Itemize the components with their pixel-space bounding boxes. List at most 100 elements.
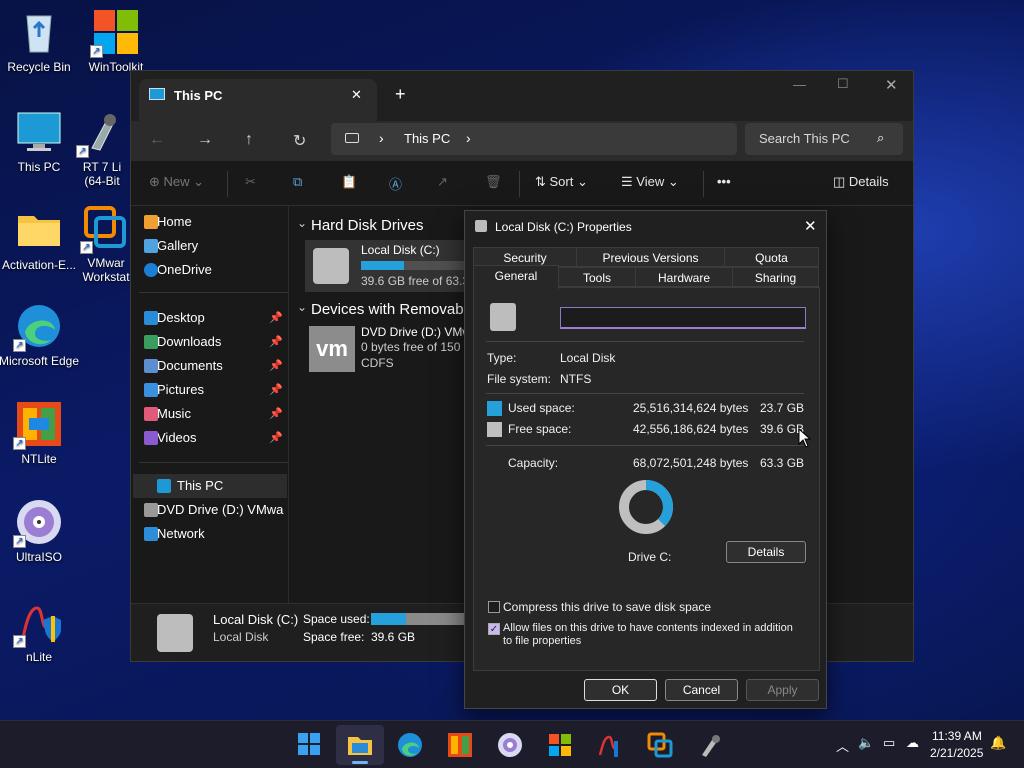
pin-icon[interactable]: 📌	[269, 426, 283, 450]
sidebar-item-desktop[interactable]: Desktop 📌	[139, 306, 287, 330]
display-icon[interactable]: ▭	[883, 735, 895, 751]
clock-time[interactable]: 11:39 AM	[932, 729, 982, 743]
search-box[interactable]: Search This PC ⌕	[745, 123, 903, 155]
clock-date[interactable]: 2/21/2025	[930, 746, 983, 760]
desktop-icon-vmware[interactable]: ↗ VMwar Workstat	[76, 204, 136, 284]
minimize-button[interactable]: —	[793, 77, 806, 92]
close-button[interactable]: ✕	[885, 76, 898, 94]
dialog-close-button[interactable]: ✕	[804, 217, 817, 235]
drive-d-tile[interactable]: vm DVD Drive (D:) VMw 0 bytes free of 15…	[305, 324, 475, 378]
sidebar-item-documents[interactable]: Documents 📌	[139, 354, 287, 378]
desktop-icon-label: NTLite	[21, 452, 57, 466]
details-pane-button[interactable]: ◫ Details	[833, 174, 889, 190]
pin-icon[interactable]: 📌	[269, 354, 283, 378]
breadcrumb[interactable]: This PC	[404, 131, 450, 146]
tab-this-pc[interactable]: This PC ✕	[139, 79, 377, 121]
more-options-icon[interactable]: •••	[717, 174, 731, 189]
pin-icon[interactable]: 📌	[269, 402, 283, 426]
details-button[interactable]: Details	[726, 541, 806, 563]
group-header-hard-disks[interactable]: Hard Disk Drives	[311, 217, 424, 234]
ntlite-icon: ↗	[13, 400, 63, 450]
notification-bell-icon[interactable]: 🔔	[990, 735, 1006, 751]
chevron-right-icon[interactable]: ›	[466, 130, 471, 146]
drive-c-tile[interactable]: Local Disk (C:) 39.6 GB free of 63.3	[305, 240, 475, 292]
tab-sharing[interactable]: Sharing	[732, 267, 819, 287]
maximize-button[interactable]: ☐	[837, 76, 849, 92]
desktop-icon-rt7[interactable]: ↗ RT 7 Li (64-Bit	[72, 108, 132, 188]
desktop-icon-activation[interactable]: Activation-E...	[0, 206, 81, 272]
edge-icon[interactable]	[396, 731, 424, 759]
chevron-down-icon[interactable]: ⌄	[297, 216, 307, 230]
sidebar-item-this-pc[interactable]: This PC	[133, 474, 287, 498]
volume-icon[interactable]: 🔈	[858, 735, 874, 751]
cancel-button[interactable]: Cancel	[665, 679, 738, 701]
capacity-gb: 63.3 GB	[760, 456, 805, 470]
sidebar-item-downloads[interactable]: Downloads 📌	[139, 330, 287, 354]
sidebar-item-videos[interactable]: Videos 📌	[139, 426, 287, 450]
ok-button[interactable]: OK	[584, 679, 657, 701]
index-label[interactable]: Allow files on this drive to have conten…	[503, 622, 803, 648]
tab-general[interactable]: General	[473, 265, 559, 289]
share-icon[interactable]: ↗	[437, 174, 448, 190]
desktop-icon-wintoolkit[interactable]: ↗ WinToolkit	[74, 8, 158, 74]
tab-hardware[interactable]: Hardware	[635, 267, 733, 287]
nlite-icon[interactable]	[596, 731, 624, 759]
sidebar-item-home[interactable]: Home	[139, 210, 287, 234]
sort-button[interactable]: ⇅ Sort ⌄	[535, 174, 588, 190]
rt7-icon[interactable]	[696, 731, 724, 759]
pin-icon[interactable]: 📌	[269, 378, 283, 402]
tab-tools[interactable]: Tools	[558, 267, 636, 287]
rename-icon[interactable]: Ⓐ	[389, 174, 402, 193]
drive-free-text: 0 bytes free of 150 M	[361, 340, 474, 354]
chevron-up-icon[interactable]: ︿	[836, 736, 849, 755]
sidebar-item-onedrive[interactable]: OneDrive	[139, 258, 287, 282]
drive-label: Drive C:	[628, 550, 672, 564]
new-button[interactable]: ⊕ New ⌄	[149, 174, 204, 190]
desktop-icon-recycle-bin[interactable]: Recycle Bin	[0, 8, 81, 74]
network-disconnected-icon[interactable]: ☁	[906, 735, 919, 751]
back-arrow-icon[interactable]: ←	[149, 131, 165, 149]
tab-security[interactable]: Security	[473, 247, 577, 267]
compress-label[interactable]: Compress this drive to save disk space	[503, 600, 711, 614]
tab-quota[interactable]: Quota	[724, 247, 819, 267]
drive-name-input[interactable]	[560, 307, 806, 329]
refresh-icon[interactable]: ↻	[293, 131, 306, 151]
tab-previous-versions[interactable]: Previous Versions	[576, 247, 725, 267]
monitor-icon	[345, 133, 359, 143]
ntlite-icon[interactable]	[446, 731, 474, 759]
pin-icon[interactable]: 📌	[269, 330, 283, 354]
copy-icon[interactable]: ⧉	[293, 174, 302, 190]
compress-checkbox[interactable]	[488, 601, 500, 613]
desktop-icon-this-pc[interactable]: This PC	[0, 108, 81, 174]
cut-icon[interactable]: ✂	[245, 174, 256, 190]
tab-close-icon[interactable]: ✕	[351, 87, 362, 103]
apply-button[interactable]: Apply	[746, 679, 819, 701]
view-button[interactable]: ☰ View ⌄	[621, 174, 679, 190]
address-bar[interactable]: › This PC ›	[331, 123, 737, 155]
wintoolkit-icon[interactable]	[546, 731, 574, 759]
index-checkbox[interactable]: ✓	[488, 623, 500, 635]
ultraiso-icon[interactable]	[496, 731, 524, 759]
sidebar-item-pictures[interactable]: Pictures 📌	[139, 378, 287, 402]
sidebar-item-dvd-drive[interactable]: DVD Drive (D:) VMwa	[139, 498, 287, 522]
new-tab-button[interactable]: +	[395, 84, 406, 105]
desktop-icon-nlite[interactable]: ↗ nLite	[0, 598, 81, 664]
up-arrow-icon[interactable]: ↑	[245, 131, 253, 149]
vmware-icon[interactable]	[646, 731, 674, 759]
sidebar-item-network[interactable]: Network	[139, 522, 287, 546]
sidebar-item-gallery[interactable]: Gallery	[139, 234, 287, 258]
paste-icon[interactable]: 📋	[341, 174, 357, 190]
group-header-removable[interactable]: Devices with Removabl	[311, 301, 467, 318]
file-explorer-icon[interactable]	[346, 731, 374, 759]
desktop-icon-ultraiso[interactable]: ↗ UltraISO	[0, 498, 81, 564]
desktop-icon-edge[interactable]: ↗ Microsoft Edge	[0, 302, 81, 368]
desktop-icon-ntlite[interactable]: ↗ NTLite	[0, 400, 81, 466]
forward-arrow-icon[interactable]: →	[197, 131, 213, 149]
monitor-icon	[149, 88, 165, 100]
chevron-down-icon[interactable]: ⌄	[297, 300, 307, 314]
delete-icon[interactable]: 🗑	[485, 174, 502, 190]
desktop-icon-label: UltraISO	[15, 550, 62, 564]
pin-icon[interactable]: 📌	[269, 306, 283, 330]
start-icon[interactable]	[296, 731, 324, 759]
sidebar-item-music[interactable]: Music 📌	[139, 402, 287, 426]
